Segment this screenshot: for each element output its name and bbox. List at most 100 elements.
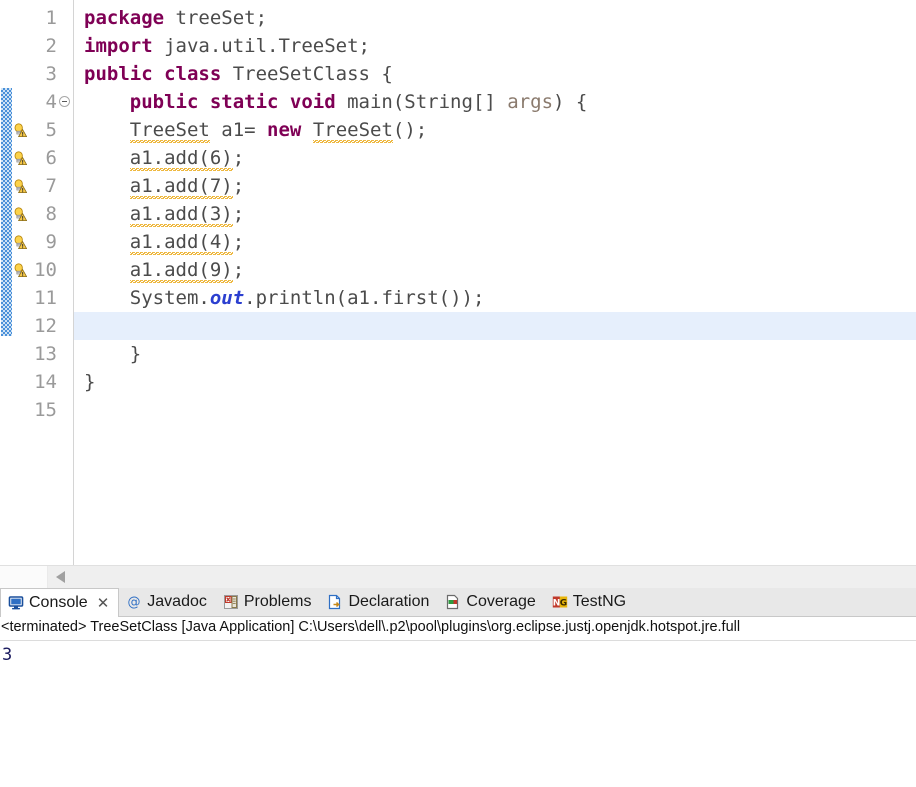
editor-horizontal-scrollbar[interactable] bbox=[0, 565, 916, 588]
declaration-icon bbox=[327, 594, 343, 610]
fold-row bbox=[57, 172, 73, 200]
code-token: } bbox=[84, 371, 96, 393]
tab-label: Coverage bbox=[466, 593, 536, 610]
fold-row bbox=[57, 144, 73, 172]
fold-row bbox=[57, 32, 73, 60]
code-line[interactable]: a1.add(6); bbox=[74, 144, 916, 172]
line-number: 15 bbox=[34, 399, 57, 421]
code-line[interactable]: public class TreeSetClass { bbox=[74, 60, 916, 88]
code-token: a1.add(4) bbox=[129, 231, 233, 255]
scrollbar-gutter-pad bbox=[0, 565, 48, 588]
fold-row bbox=[57, 116, 73, 144]
warning-bulb-icon[interactable] bbox=[13, 178, 28, 194]
problems-error-icon bbox=[223, 594, 239, 610]
code-line[interactable]: a1.add(9); bbox=[74, 256, 916, 284]
tab-testng[interactable]: N G TestNG bbox=[545, 588, 635, 616]
tab-problems[interactable]: Problems bbox=[216, 588, 321, 616]
code-token: a1.add(6) bbox=[129, 147, 233, 171]
code-token: import bbox=[84, 35, 153, 57]
code-line[interactable]: import java.util.TreeSet; bbox=[74, 32, 916, 60]
close-icon[interactable]: ✕ bbox=[97, 596, 110, 611]
console-output-text[interactable]: 3 bbox=[0, 641, 916, 787]
tab-coverage[interactable]: Coverage bbox=[438, 588, 544, 616]
code-line[interactable]: } bbox=[74, 368, 916, 396]
scrollbar-track[interactable] bbox=[48, 565, 916, 588]
line-number: 14 bbox=[34, 371, 57, 393]
fold-row bbox=[57, 256, 73, 284]
code-token: public static void bbox=[129, 91, 336, 113]
code-token: } bbox=[84, 343, 142, 365]
svg-text:G: G bbox=[560, 599, 567, 609]
fold-row[interactable] bbox=[57, 88, 73, 116]
code-line[interactable]: TreeSet a1= new TreeSet(); bbox=[74, 116, 916, 144]
eclipse-ide-window: 1 2 3 4 5 6 7 8 9 10 11 12 13 14 15 package treeSet; im… bbox=[0, 0, 916, 787]
code-line[interactable] bbox=[74, 312, 916, 340]
warning-bulb-icon[interactable] bbox=[13, 150, 28, 166]
warning-bulb-icon[interactable] bbox=[13, 122, 28, 138]
warning-bulb-icon[interactable] bbox=[13, 234, 28, 250]
coverage-icon bbox=[445, 594, 461, 610]
changed-lines-indicator bbox=[1, 88, 12, 336]
line-number: 11 bbox=[34, 287, 57, 309]
fold-row bbox=[57, 340, 73, 368]
tab-console[interactable]: Console ✕ bbox=[0, 588, 120, 617]
code-line[interactable]: System.out.println(a1.first()); bbox=[74, 284, 916, 312]
fold-row bbox=[57, 60, 73, 88]
code-token: TreeSet bbox=[129, 119, 210, 143]
fold-row bbox=[57, 396, 73, 424]
warning-bulb-icon[interactable] bbox=[13, 206, 28, 222]
code-token: a1.add(3) bbox=[129, 203, 233, 227]
testng-icon: N G bbox=[552, 594, 568, 610]
code-token: ; bbox=[232, 175, 245, 197]
code-line[interactable]: a1.add(7); bbox=[74, 172, 916, 200]
code-token: a1.add(9) bbox=[129, 259, 233, 283]
fold-row bbox=[57, 368, 73, 396]
code-token: ; bbox=[232, 203, 245, 225]
tab-declaration[interactable]: Declaration bbox=[320, 588, 438, 616]
code-line[interactable]: package treeSet; bbox=[74, 4, 916, 32]
change-bar-ruler bbox=[0, 0, 13, 565]
code-editor[interactable]: 1 2 3 4 5 6 7 8 9 10 11 12 13 14 15 package treeSet; im… bbox=[0, 0, 916, 565]
view-tab-bar[interactable]: Console ✕ @ Javadoc Problems Declaration … bbox=[0, 588, 916, 617]
tab-label: Declaration bbox=[348, 593, 430, 610]
tab-javadoc[interactable]: @ Javadoc bbox=[119, 588, 216, 616]
code-token: a1.add(7) bbox=[129, 175, 233, 199]
bottom-view-panel: Console ✕ @ Javadoc Problems Declaration … bbox=[0, 587, 916, 787]
fold-row bbox=[57, 312, 73, 340]
code-line[interactable]: } bbox=[74, 340, 916, 368]
line-number: 12 bbox=[34, 315, 57, 337]
code-token: out bbox=[209, 287, 245, 309]
line-number: 5 bbox=[45, 119, 57, 141]
code-line[interactable] bbox=[74, 396, 916, 424]
line-number: 13 bbox=[34, 343, 57, 365]
folding-ruler[interactable] bbox=[57, 0, 73, 565]
code-token: ; bbox=[232, 147, 245, 169]
line-number: 8 bbox=[45, 203, 57, 225]
code-token: main(String[] bbox=[335, 91, 508, 113]
code-line[interactable]: a1.add(4); bbox=[74, 228, 916, 256]
code-token: a1= bbox=[209, 119, 268, 141]
line-number: 7 bbox=[45, 175, 57, 197]
code-line[interactable]: public static void main(String[] args) { bbox=[74, 88, 916, 116]
svg-text:@: @ bbox=[128, 595, 141, 610]
code-line[interactable]: a1.add(3); bbox=[74, 200, 916, 228]
tab-label: Problems bbox=[243, 593, 312, 610]
line-number: 6 bbox=[45, 147, 57, 169]
code-token: package bbox=[84, 7, 165, 29]
fold-collapse-icon[interactable] bbox=[59, 96, 70, 107]
fold-row bbox=[57, 228, 73, 256]
code-token: TreeSetClass { bbox=[221, 63, 393, 85]
warning-bulb-icon[interactable] bbox=[13, 262, 28, 278]
code-token: ; bbox=[232, 259, 245, 281]
line-number: 4 bbox=[45, 91, 57, 113]
marker-gutter[interactable] bbox=[13, 0, 28, 565]
code-text-area[interactable]: package treeSet; import java.util.TreeSet… bbox=[74, 0, 916, 565]
triangle-left-icon[interactable] bbox=[56, 570, 65, 583]
